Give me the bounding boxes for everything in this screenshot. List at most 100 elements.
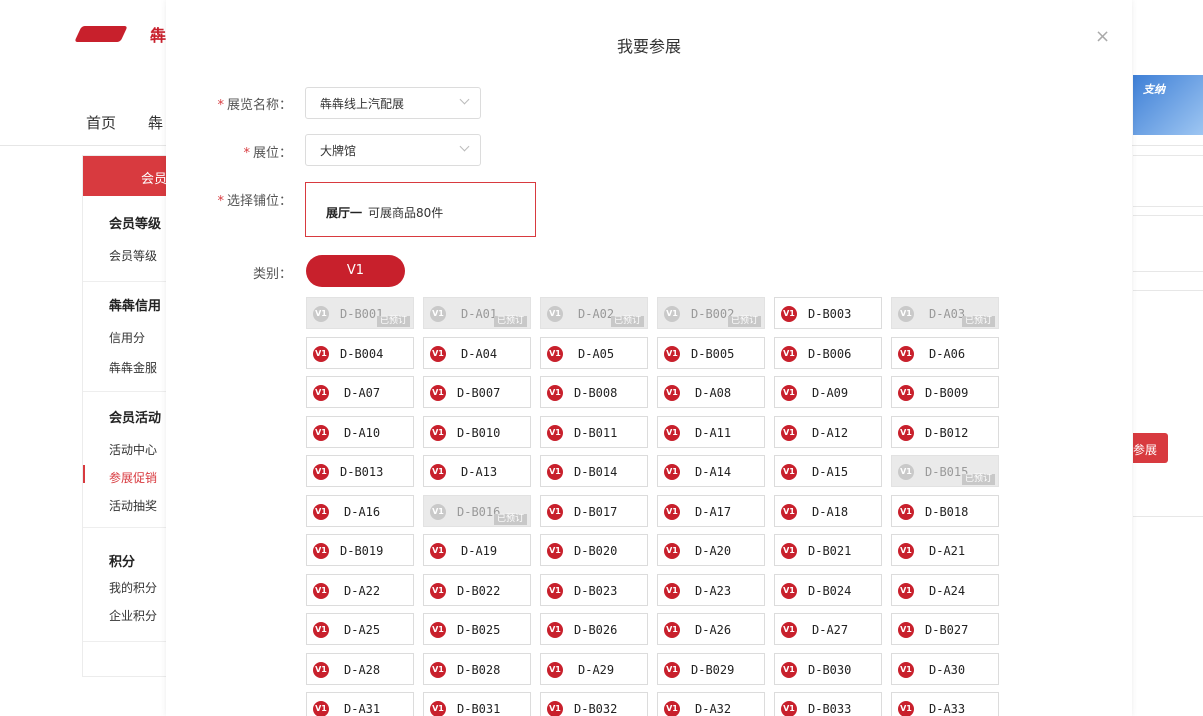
booth-cell[interactable]: V1 D-B018: [891, 495, 999, 527]
close-icon[interactable]: ×: [1095, 26, 1110, 47]
booth-cell[interactable]: V1 D-A06: [891, 337, 999, 369]
booth-code: D-B005: [691, 347, 735, 361]
stall-option-selected[interactable]: 展厅一 可展商品80件: [305, 182, 536, 237]
v1-badge-icon: V1: [664, 701, 680, 716]
booth-cell[interactable]: V1 D-A14: [657, 455, 765, 487]
site-logo[interactable]: 犇: [74, 20, 168, 50]
booth-cell[interactable]: V1 D-A22: [306, 574, 414, 606]
sidebar-item-lottery[interactable]: 活动抽奖: [109, 497, 157, 514]
booth-cell[interactable]: V1 D-B013: [306, 455, 414, 487]
booth-cell[interactable]: V1 D-A10: [306, 416, 414, 448]
booth-code: D-A29: [578, 663, 615, 677]
sidebar-group-credit: 犇犇信用: [109, 299, 162, 314]
booth-cell[interactable]: V1 D-A32: [657, 692, 765, 716]
sidebar-active-marker: [83, 465, 85, 483]
booth-cell[interactable]: V1 D-A07: [306, 376, 414, 408]
booth-cell[interactable]: V1 D-A12: [774, 416, 882, 448]
v1-badge-icon: V1: [781, 543, 797, 559]
booth-cell[interactable]: V1 D-A16: [306, 495, 414, 527]
booth-cell[interactable]: V1 D-B007: [423, 376, 531, 408]
booth-cell[interactable]: V1 D-B009: [891, 376, 999, 408]
sidebar-item-activity-center[interactable]: 活动中心: [109, 441, 157, 458]
booth-cell[interactable]: V1 D-A04: [423, 337, 531, 369]
booth-cell[interactable]: V1 D-A19: [423, 534, 531, 566]
booth-cell[interactable]: V1 D-B010: [423, 416, 531, 448]
booth-cell[interactable]: V1 D-B014: [540, 455, 648, 487]
sidebar-item-member-level[interactable]: 会员等级: [109, 247, 157, 264]
v1-badge-icon: V1: [313, 385, 329, 401]
booth-cell[interactable]: V1 D-B030: [774, 653, 882, 685]
booth-cell[interactable]: V1 D-B032: [540, 692, 648, 716]
booth-cell[interactable]: V1 D-B012: [891, 416, 999, 448]
booth-cell[interactable]: V1 D-A27: [774, 613, 882, 645]
sidebar-item-credit-score[interactable]: 信用分: [109, 329, 145, 346]
booth-cell[interactable]: V1 D-A25: [306, 613, 414, 645]
booth-cell[interactable]: V1 D-A11: [657, 416, 765, 448]
sidebar-item-exhibit-promo[interactable]: 参展促销: [109, 469, 157, 486]
booth-cell[interactable]: V1 D-A05: [540, 337, 648, 369]
booth-cell[interactable]: V1 D-B029: [657, 653, 765, 685]
nav-link-2[interactable]: 犇: [148, 112, 163, 133]
booth-cell[interactable]: V1 D-B011: [540, 416, 648, 448]
booth-cell[interactable]: V1 D-A29: [540, 653, 648, 685]
booth-code: D-A22: [344, 584, 381, 598]
sidebar-header[interactable]: 会员: [83, 156, 169, 196]
booth-cell[interactable]: V1 D-A23: [657, 574, 765, 606]
booth-cell[interactable]: V1 D-A30: [891, 653, 999, 685]
booth-code: D-A04: [461, 347, 498, 361]
booth-cell[interactable]: V1 D-A15: [774, 455, 882, 487]
booth-cell[interactable]: V1 D-A21: [891, 534, 999, 566]
booth-code: D-A17: [695, 505, 732, 519]
booth-cell[interactable]: V1 D-B005: [657, 337, 765, 369]
booth-cell[interactable]: V1 D-A28: [306, 653, 414, 685]
booth-code: D-B020: [574, 544, 618, 558]
sidebar-item-finance[interactable]: 犇犇金服: [109, 359, 157, 376]
booth-cell[interactable]: V1 D-A13: [423, 455, 531, 487]
booth-cell[interactable]: V1 D-B024: [774, 574, 882, 606]
promo-banner-text: 支纳: [1143, 83, 1165, 96]
v1-badge-icon: V1: [313, 622, 329, 638]
exhibition-name-select[interactable]: 犇犇线上汽配展: [305, 87, 481, 119]
booth-code: D-B012: [925, 426, 969, 440]
booth-type-select[interactable]: 大牌馆: [305, 134, 481, 166]
nav-home-link[interactable]: 首页: [86, 112, 116, 133]
booth-cell[interactable]: V1 D-A18: [774, 495, 882, 527]
booth-cell[interactable]: V1 D-B026: [540, 613, 648, 645]
booth-cell[interactable]: V1 D-A09: [774, 376, 882, 408]
booth-cell[interactable]: V1 D-A20: [657, 534, 765, 566]
booth-cell[interactable]: V1 D-B033: [774, 692, 882, 716]
v1-badge-icon: V1: [781, 504, 797, 520]
booth-cell[interactable]: V1 D-B003: [774, 297, 882, 329]
booth-cell[interactable]: V1 D-B027: [891, 613, 999, 645]
promo-banner[interactable]: 支纳: [1133, 75, 1203, 135]
booth-cell[interactable]: V1 D-B025: [423, 613, 531, 645]
booth-cell[interactable]: V1 D-B008: [540, 376, 648, 408]
booth-cell[interactable]: V1 D-B028: [423, 653, 531, 685]
booth-cell[interactable]: V1 D-B004: [306, 337, 414, 369]
booth-cell[interactable]: V1 D-A31: [306, 692, 414, 716]
sidebar-item-company-points[interactable]: 企业积分: [109, 607, 157, 624]
booth-cell[interactable]: V1 D-B019: [306, 534, 414, 566]
booth-cell[interactable]: V1 D-A08: [657, 376, 765, 408]
v1-badge-icon: V1: [430, 425, 446, 441]
booth-cell[interactable]: V1 D-B022: [423, 574, 531, 606]
booth-cell[interactable]: V1 D-B020: [540, 534, 648, 566]
logo-text: 犇: [150, 26, 167, 45]
booth-cell[interactable]: V1 D-A17: [657, 495, 765, 527]
booth-code: D-B029: [691, 663, 735, 677]
booth-cell[interactable]: V1 D-B006: [774, 337, 882, 369]
booth-cell[interactable]: V1 D-A24: [891, 574, 999, 606]
sidebar-divider: [83, 281, 169, 282]
booth-cell[interactable]: V1 D-A26: [657, 613, 765, 645]
booth-cell[interactable]: V1 D-B031: [423, 692, 531, 716]
v1-badge-icon: V1: [664, 543, 680, 559]
category-tab-v1[interactable]: V1: [306, 255, 405, 287]
v1-badge-icon: V1: [781, 622, 797, 638]
booth-cell[interactable]: V1 D-A33: [891, 692, 999, 716]
booth-cell[interactable]: V1 D-B017: [540, 495, 648, 527]
v1-badge-icon: V1: [898, 701, 914, 716]
sidebar-item-my-points[interactable]: 我的积分: [109, 579, 157, 596]
booth-cell[interactable]: V1 D-B021: [774, 534, 882, 566]
booth-cell[interactable]: V1 D-B023: [540, 574, 648, 606]
join-exhibition-button[interactable]: 参展: [1133, 433, 1168, 463]
